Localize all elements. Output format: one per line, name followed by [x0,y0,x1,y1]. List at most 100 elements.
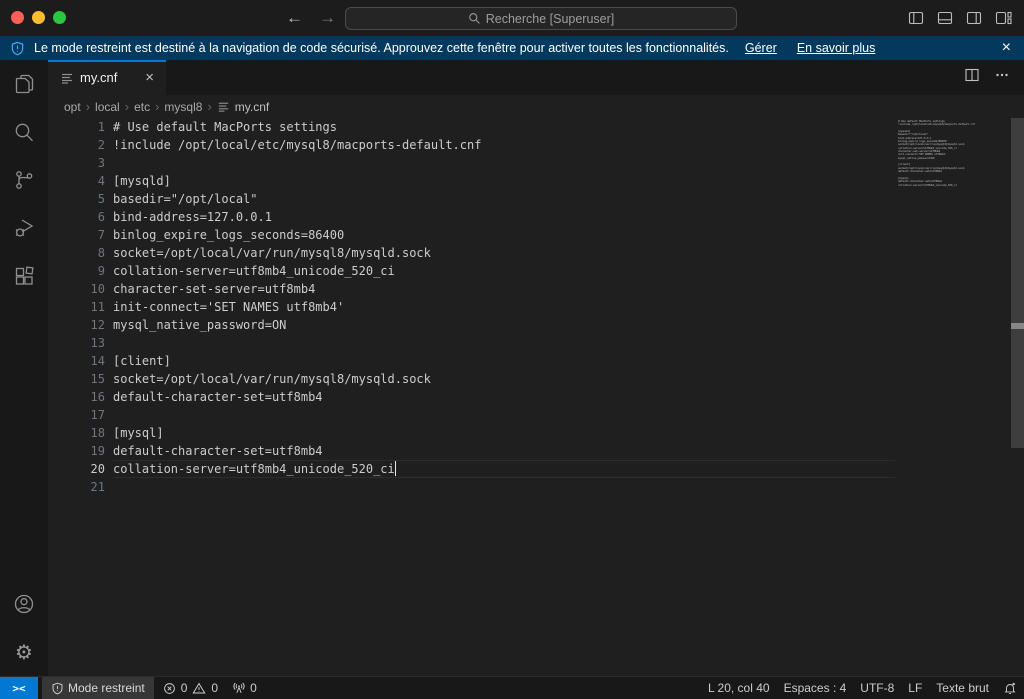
line-number-gutter[interactable]: 1 2 3 4 5 6 7 8 9 10 11 12 13 14 15 16 1 [48,118,113,676]
code-line[interactable]: !include /opt/local/etc/mysql8/macports-… [113,136,895,154]
minimap-content: # Use default MacPorts settings !include… [898,120,1010,187]
line-number: 2 [48,136,105,154]
indentation-status[interactable]: Espaces : 4 [777,677,854,699]
line-number: 15 [48,370,105,388]
line-number: 21 [48,478,105,496]
breadcrumb-item[interactable]: local [95,100,120,114]
restricted-mode-label: Mode restreint [68,681,145,695]
source-control-icon[interactable] [0,156,48,204]
code-line[interactable]: socket=/opt/local/var/run/mysql8/mysqld.… [113,370,895,388]
traffic-lights [11,11,66,24]
code-line[interactable]: # Use default MacPorts settings [113,118,895,136]
code-line[interactable] [113,406,895,424]
tab-my-cnf[interactable]: my.cnf × [48,60,166,95]
banner-close-icon[interactable]: × [999,40,1014,56]
minimize-window-button[interactable] [32,11,45,24]
line-number: 1 [48,118,105,136]
back-arrow-icon[interactable]: ← [286,8,303,28]
minimap[interactable]: # Use default MacPorts settings !include… [895,118,1010,676]
code-line-current[interactable]: collation-server=utf8mb4_unicode_520_ci [113,460,895,478]
overview-ruler-cursor-mark [1011,323,1024,329]
account-icon[interactable] [0,580,48,628]
line-number: 11 [48,298,105,316]
toggle-sidebar-left-icon[interactable] [908,10,924,26]
file-text-icon [217,100,230,113]
breadcrumb-item[interactable]: mysql8 [164,100,202,114]
breadcrumb-item[interactable]: opt [64,100,81,114]
chevron-right-icon: › [86,99,90,114]
code-line[interactable]: mysql_native_password=ON [113,316,895,334]
notifications-button[interactable] [996,677,1024,699]
code-line[interactable]: bind-address=127.0.0.1 [113,208,895,226]
line-number: 16 [48,388,105,406]
tab-close-icon[interactable]: × [143,69,156,86]
workspace-trust-shield-icon [10,41,25,56]
vertical-scrollbar[interactable] [1010,118,1024,676]
activity-bar-spacer [0,300,48,580]
settings-gear-icon[interactable]: ⚙ [0,628,48,676]
code-line[interactable]: default-character-set=utf8mb4 [113,442,895,460]
restricted-mode-status[interactable]: Mode restreint [42,677,154,699]
eol-status[interactable]: LF [901,677,929,699]
chevron-right-icon: › [207,99,211,114]
code-line[interactable] [113,478,895,496]
code-line[interactable]: [client] [113,352,895,370]
problems-status[interactable]: 0 0 [156,677,225,699]
editor-actions [964,60,1024,95]
search-label: Recherche [Superuser] [486,12,615,26]
line-number: 8 [48,244,105,262]
titlebar: ← → Recherche [Superuser] [0,0,1024,36]
line-number-active: 20 [48,460,105,478]
breadcrumb-file[interactable]: my.cnf [217,100,269,114]
shield-icon [51,682,64,695]
code-line[interactable]: collation-server=utf8mb4_unicode_520_ci [113,262,895,280]
language-mode-status[interactable]: Texte brut [929,677,996,699]
code-line[interactable]: character-set-server=utf8mb4 [113,280,895,298]
code-line[interactable]: [mysqld] [113,172,895,190]
code-line[interactable]: init-connect='SET NAMES utf8mb4' [113,298,895,316]
line-number: 3 [48,154,105,172]
close-window-button[interactable] [11,11,24,24]
customize-layout-icon[interactable] [995,10,1012,26]
line-number: 14 [48,352,105,370]
banner-manage-link[interactable]: Gérer [745,41,777,55]
error-count: 0 [181,681,188,695]
command-center-search[interactable]: Recherche [Superuser] [345,7,737,30]
encoding-status[interactable]: UTF-8 [853,677,901,699]
extensions-icon[interactable] [0,252,48,300]
code-line[interactable]: basedir="/opt/local" [113,190,895,208]
cursor-position-status[interactable]: L 20, col 40 [701,677,777,699]
search-view-icon[interactable] [0,108,48,156]
toggle-panel-icon[interactable] [937,10,953,26]
ports-status[interactable]: 0 [225,677,264,699]
line-number: 17 [48,406,105,424]
code-line[interactable]: binlog_expire_logs_seconds=86400 [113,226,895,244]
file-text-icon [60,71,74,85]
breadcrumb-item[interactable]: etc [134,100,150,114]
run-debug-icon[interactable] [0,204,48,252]
code-content[interactable]: # Use default MacPorts settings !include… [113,118,895,676]
code-line[interactable] [113,334,895,352]
warning-count: 0 [211,681,218,695]
bell-icon [1003,681,1017,695]
scrollbar-thumb[interactable] [1011,118,1024,448]
more-actions-icon[interactable] [994,67,1010,88]
banner-message: Le mode restreint est destiné à la navig… [34,41,729,55]
banner-learn-more-link[interactable]: En savoir plus [797,41,876,55]
breadcrumb-file-label: my.cnf [235,100,269,114]
line-number: 9 [48,262,105,280]
toggle-sidebar-right-icon[interactable] [966,10,982,26]
code-line[interactable]: default-character-set=utf8mb4 [113,388,895,406]
warning-icon [192,682,206,695]
status-bar: >< Mode restreint 0 0 [0,676,1024,699]
explorer-icon[interactable] [0,60,48,108]
code-line[interactable] [113,154,895,172]
line-number: 18 [48,424,105,442]
remote-indicator[interactable]: >< [0,677,38,699]
code-line[interactable]: [mysql] [113,424,895,442]
code-line[interactable]: socket=/opt/local/var/run/mysql8/mysqld.… [113,244,895,262]
maximize-window-button[interactable] [53,11,66,24]
forward-arrow-icon[interactable]: → [319,8,336,28]
radio-tower-icon [232,681,246,695]
split-editor-icon[interactable] [964,67,980,88]
